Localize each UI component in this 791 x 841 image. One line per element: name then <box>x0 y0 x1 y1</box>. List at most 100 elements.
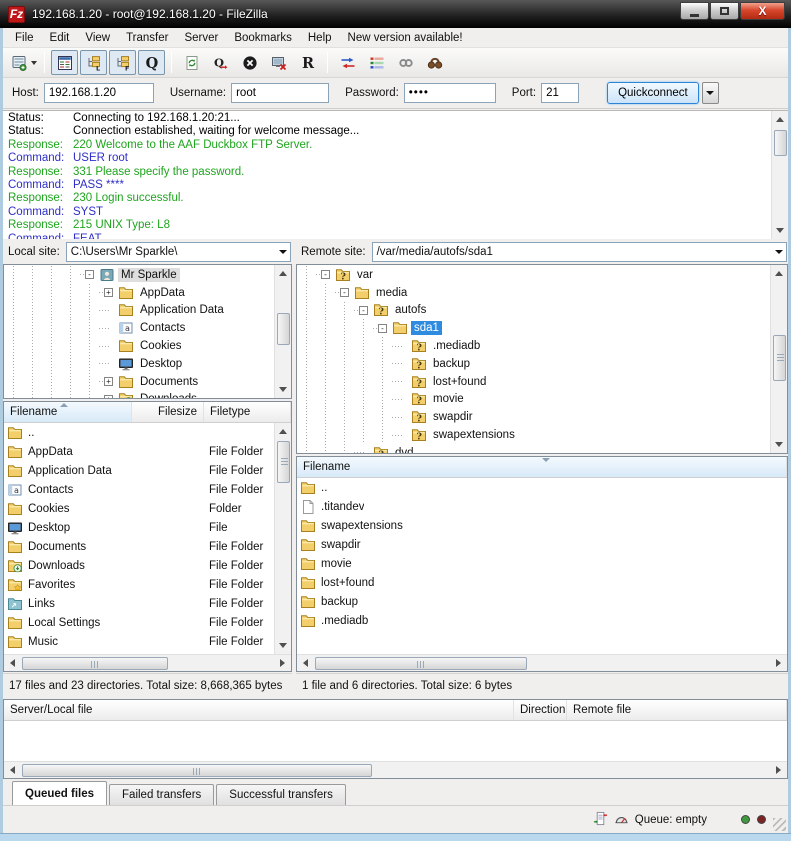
list-item-links[interactable]: LinksFile Folder <box>4 594 274 613</box>
column-header-server-local-file[interactable]: Server/Local file <box>4 700 514 720</box>
list-item-[interactable]: .. <box>4 423 274 442</box>
remote-site-combo[interactable]: /var/media/autofs/sda1 <box>372 242 787 262</box>
tree-expander[interactable]: - <box>80 266 99 284</box>
site-manager-button[interactable] <box>10 50 38 75</box>
tree-node-swapextensions[interactable]: ?swapextensions <box>297 426 770 444</box>
list-item-desktop[interactable]: DesktopFile <box>4 518 274 537</box>
remote-list-hscrollbar[interactable] <box>297 654 787 671</box>
list-item-documents[interactable]: DocumentsFile Folder <box>4 537 274 556</box>
tab-failed-transfers[interactable]: Failed transfers <box>109 784 214 805</box>
tree-node-desktop[interactable]: Desktop <box>4 355 274 373</box>
tree-expander[interactable]: - <box>373 319 392 337</box>
directory-comparison-button[interactable] <box>334 50 361 75</box>
list-item-local-settings[interactable]: Local SettingsFile Folder <box>4 613 274 632</box>
tree-node-mediadb[interactable]: ?.mediadb <box>297 337 770 355</box>
tree-node-contacts[interactable]: aContacts <box>4 319 274 337</box>
tree-node-sda1[interactable]: -sda1 <box>297 319 770 337</box>
list-item-music[interactable]: MusicFile Folder <box>4 632 274 651</box>
menu-bookmarks[interactable]: Bookmarks <box>226 28 300 48</box>
toggle-queue-button[interactable]: Q <box>138 50 165 75</box>
list-item-contacts[interactable]: aContactsFile Folder <box>4 480 274 499</box>
queue-hscrollbar[interactable] <box>4 761 787 778</box>
quickconnect-button[interactable]: Quickconnect <box>607 82 699 104</box>
tree-node-appdata[interactable]: +AppData <box>4 284 274 302</box>
resize-grip[interactable] <box>773 818 786 831</box>
list-item-swapdir[interactable]: swapdir <box>297 535 787 554</box>
menu-new-version-available[interactable]: New version available! <box>340 28 471 48</box>
disconnect-button[interactable] <box>265 50 292 75</box>
toggle-remote-tree-button[interactable]: F <box>109 50 136 75</box>
menu-help[interactable]: Help <box>300 28 340 48</box>
title-bar[interactable]: Fz 192.168.1.20 - root@192.168.1.20 - Fi… <box>0 0 791 28</box>
minimize-button[interactable] <box>680 2 709 20</box>
list-item-titandev[interactable]: .titandev <box>297 497 787 516</box>
tree-node-dvd[interactable]: ?dvd <box>297 444 770 453</box>
local-site-combo[interactable]: C:\Users\Mr Sparkle\ <box>66 242 291 262</box>
tree-node-application-data[interactable]: Application Data <box>4 302 274 320</box>
column-header-filename[interactable]: Filename <box>4 402 132 422</box>
toggle-local-tree-button[interactable]: L <box>80 50 107 75</box>
port-input[interactable] <box>541 83 579 103</box>
tree-indent-guide <box>80 355 99 373</box>
list-item-favorites[interactable]: FavoritesFile Folder <box>4 575 274 594</box>
tree-expander[interactable]: - <box>354 302 373 320</box>
username-input[interactable] <box>231 83 329 103</box>
tree-node-backup[interactable]: ?backup <box>297 355 770 373</box>
tree-node-lost-found[interactable]: ?lost+found <box>297 373 770 391</box>
list-item-swapextensions[interactable]: swapextensions <box>297 516 787 535</box>
list-item-downloads[interactable]: DownloadsFile Folder <box>4 556 274 575</box>
tree-node-cookies[interactable]: Cookies <box>4 337 274 355</box>
menu-file[interactable]: File <box>7 28 42 48</box>
tree-node-downloads[interactable]: +Downloads <box>4 391 274 398</box>
tab-queued-files[interactable]: Queued files <box>12 781 107 805</box>
close-button[interactable]: X <box>740 2 785 20</box>
synchronized-browsing-button[interactable] <box>392 50 419 75</box>
menu-view[interactable]: View <box>77 28 118 48</box>
tree-expander[interactable]: + <box>99 391 118 398</box>
tree-expander[interactable]: + <box>99 373 118 391</box>
tree-node-movie[interactable]: ?movie <box>297 391 770 409</box>
tab-successful-transfers[interactable]: Successful transfers <box>216 784 346 805</box>
list-item-[interactable]: .. <box>297 478 787 497</box>
list-item-backup[interactable]: backup <box>297 592 787 611</box>
tree-node-media[interactable]: -media <box>297 284 770 302</box>
local-list-vscrollbar[interactable] <box>274 423 291 654</box>
toggle-message-log-button[interactable] <box>51 50 78 75</box>
menu-server[interactable]: Server <box>176 28 226 48</box>
menu-transfer[interactable]: Transfer <box>118 28 176 48</box>
column-header-direction[interactable]: Direction <box>514 700 567 720</box>
tree-expander[interactable]: - <box>316 266 335 284</box>
list-item-movie[interactable]: movie <box>297 554 787 573</box>
tree-node-mr-sparkle[interactable]: -Mr Sparkle <box>4 266 274 284</box>
message-log-scrollbar[interactable] <box>771 111 788 239</box>
tree-expander[interactable]: + <box>99 284 118 302</box>
tree-node-var[interactable]: -?var <box>297 266 770 284</box>
column-header-filename[interactable]: Filename <box>297 457 787 477</box>
remote-tree-scrollbar[interactable] <box>770 265 787 453</box>
list-item-application-data[interactable]: Application DataFile Folder <box>4 461 274 480</box>
refresh-button[interactable] <box>178 50 205 75</box>
tree-node-documents[interactable]: +Documents <box>4 373 274 391</box>
column-header-remote-file[interactable]: Remote file <box>567 700 787 720</box>
list-item-lost-found[interactable]: lost+found <box>297 573 787 592</box>
maximize-button[interactable] <box>710 2 739 20</box>
cancel-button[interactable] <box>236 50 263 75</box>
local-tree-scrollbar[interactable] <box>274 265 291 398</box>
list-item-appdata[interactable]: AppDataFile Folder <box>4 442 274 461</box>
column-header-filesize[interactable]: Filesize <box>132 402 204 422</box>
menu-edit[interactable]: Edit <box>42 28 78 48</box>
local-list-hscrollbar[interactable] <box>4 654 291 671</box>
tree-node-swapdir[interactable]: ?swapdir <box>297 408 770 426</box>
list-item-cookies[interactable]: CookiesFolder <box>4 499 274 518</box>
reconnect-button[interactable]: R <box>294 50 321 75</box>
password-input[interactable] <box>404 83 496 103</box>
tree-node-autofs[interactable]: -?autofs <box>297 302 770 320</box>
find-files-button[interactable] <box>421 50 448 75</box>
quickconnect-dropdown-button[interactable] <box>702 82 719 104</box>
host-input[interactable] <box>44 83 154 103</box>
filename-filters-button[interactable] <box>363 50 390 75</box>
process-queue-button[interactable]: Q <box>207 50 234 75</box>
tree-expander[interactable]: - <box>335 284 354 302</box>
list-item-mediadb[interactable]: .mediadb <box>297 611 787 630</box>
column-header-filetype[interactable]: Filetype <box>204 402 291 422</box>
